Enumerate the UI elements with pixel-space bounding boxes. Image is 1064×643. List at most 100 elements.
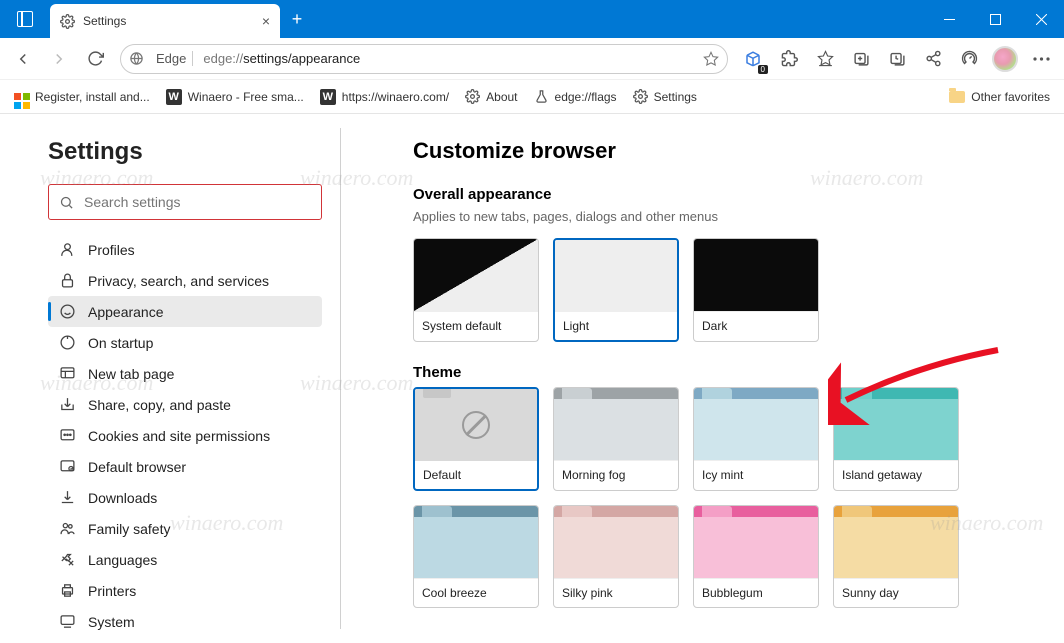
card-label: Icy mint [694,460,818,489]
card-label: Default [415,461,537,489]
nav-icon [58,334,76,351]
favorites-button[interactable] [808,42,842,76]
theme-card-icy-mint[interactable]: Icy mint [693,387,819,491]
menu-button[interactable] [1024,42,1058,76]
url-text: edge://settings/appearance [203,51,697,66]
nav-icon [58,272,76,289]
theme-card-default[interactable]: Default [413,387,539,491]
nav-icon [58,582,76,599]
nav-icon [58,613,76,630]
extensions-button[interactable] [772,42,806,76]
tab-title: Settings [83,14,254,28]
theme-preview [554,388,678,460]
nav-icon [58,551,76,568]
sidebar-item-share-copy-and-paste[interactable]: Share, copy, and paste [48,389,322,420]
nav-label: Languages [88,552,157,568]
nav-icon [58,489,76,506]
appearance-card-system-default[interactable]: System default [413,238,539,342]
nav-label: Privacy, search, and services [88,273,269,289]
nav-label: Cookies and site permissions [88,428,270,444]
card-label: Sunny day [834,578,958,607]
nav-label: System [88,614,135,630]
sidebar-item-new-tab-page[interactable]: New tab page [48,358,322,389]
reload-button[interactable] [78,42,112,76]
sidebar-item-system[interactable]: System [48,606,322,637]
sidebar-item-languages[interactable]: Languages [48,544,322,575]
sidebar-item-privacy-search-and-services[interactable]: Privacy, search, and services [48,265,322,296]
other-favorites-label: Other favorites [971,90,1050,104]
theme-card-silky-pink[interactable]: Silky pink [553,505,679,608]
appearance-preview [694,239,818,311]
share-button[interactable] [916,42,950,76]
favorite-star-icon[interactable] [703,51,719,67]
sidebar-item-on-startup[interactable]: On startup [48,327,322,358]
browser-tab[interactable]: Settings × [50,4,280,38]
appearance-card-dark[interactable]: Dark [693,238,819,342]
prohibit-icon [462,411,490,439]
theme-card-cool-breeze[interactable]: Cool breeze [413,505,539,608]
sidebar-item-printers[interactable]: Printers [48,575,322,606]
gear-icon [60,14,75,29]
avatar-icon [992,46,1018,72]
bookmark-item[interactable]: Settings [627,85,703,108]
theme-preview [554,506,678,578]
shopping-button[interactable]: 0 [736,42,770,76]
site-identity-icon [129,51,144,66]
sidebar-item-family-safety[interactable]: Family safety [48,513,322,544]
bookmark-item[interactable]: Register, install and... [8,86,156,108]
appearance-card-light[interactable]: Light [553,238,679,342]
back-button[interactable] [6,42,40,76]
bookmark-item[interactable]: About [459,85,523,108]
theme-card-bubblegum[interactable]: Bubblegum [693,505,819,608]
new-tab-button[interactable]: + [280,0,314,38]
theme-card-island-getaway[interactable]: Island getaway [833,387,959,491]
bookmark-label: https://winaero.com/ [342,90,449,104]
nav-label: Family safety [88,521,170,537]
address-bar[interactable]: Edge edge://settings/appearance [120,44,728,74]
maximize-button[interactable] [972,0,1018,38]
minimize-button[interactable] [926,0,972,38]
main-panel: Customize browser Overall appearance App… [341,114,1064,643]
nav-label: New tab page [88,366,174,382]
tab-actions-button[interactable] [0,0,50,38]
nav-label: Printers [88,583,136,599]
history-button[interactable] [880,42,914,76]
theme-preview [415,389,537,461]
bookmark-label: Register, install and... [35,90,150,104]
bookmark-item[interactable]: WWinaero - Free sma... [160,85,310,109]
bookmark-label: Winaero - Free sma... [188,90,304,104]
bookmark-item[interactable]: edge://flags [528,85,623,108]
performance-button[interactable] [952,42,986,76]
other-favorites-button[interactable]: Other favorites [943,86,1056,108]
sidebar-title: Settings [48,138,322,166]
nav-icon [58,458,76,475]
card-label: Silky pink [554,578,678,607]
theme-card-morning-fog[interactable]: Morning fog [553,387,679,491]
tab-actions-icon [17,11,33,27]
profile-button[interactable] [988,42,1022,76]
nav-label: Downloads [88,490,157,506]
collections-button[interactable] [844,42,878,76]
sidebar-item-profiles[interactable]: Profiles [48,234,322,265]
settings-sidebar: Settings Profiles Privacy, search, and se… [0,114,340,643]
sidebar-item-downloads[interactable]: Downloads [48,482,322,513]
theme-card-sunny-day[interactable]: Sunny day [833,505,959,608]
tab-close-button[interactable]: × [262,13,270,29]
theme-preview [834,388,958,460]
search-settings-box[interactable] [48,184,322,220]
site-icon: W [320,89,336,105]
sidebar-item-appearance[interactable]: Appearance [48,296,322,327]
gear-icon [465,89,480,104]
toolbar: Edge edge://settings/appearance 0 [0,38,1064,80]
forward-button[interactable] [42,42,76,76]
bookmark-item[interactable]: Whttps://winaero.com/ [314,85,455,109]
ms-logo-icon [14,93,21,100]
nav-icon [58,303,76,320]
card-label: Bubblegum [694,578,818,607]
theme-preview [694,506,818,578]
card-label: Island getaway [834,460,958,489]
sidebar-item-default-browser[interactable]: Default browser [48,451,322,482]
search-input[interactable] [84,194,311,210]
close-window-button[interactable] [1018,0,1064,38]
sidebar-item-cookies-and-site-permissions[interactable]: Cookies and site permissions [48,420,322,451]
